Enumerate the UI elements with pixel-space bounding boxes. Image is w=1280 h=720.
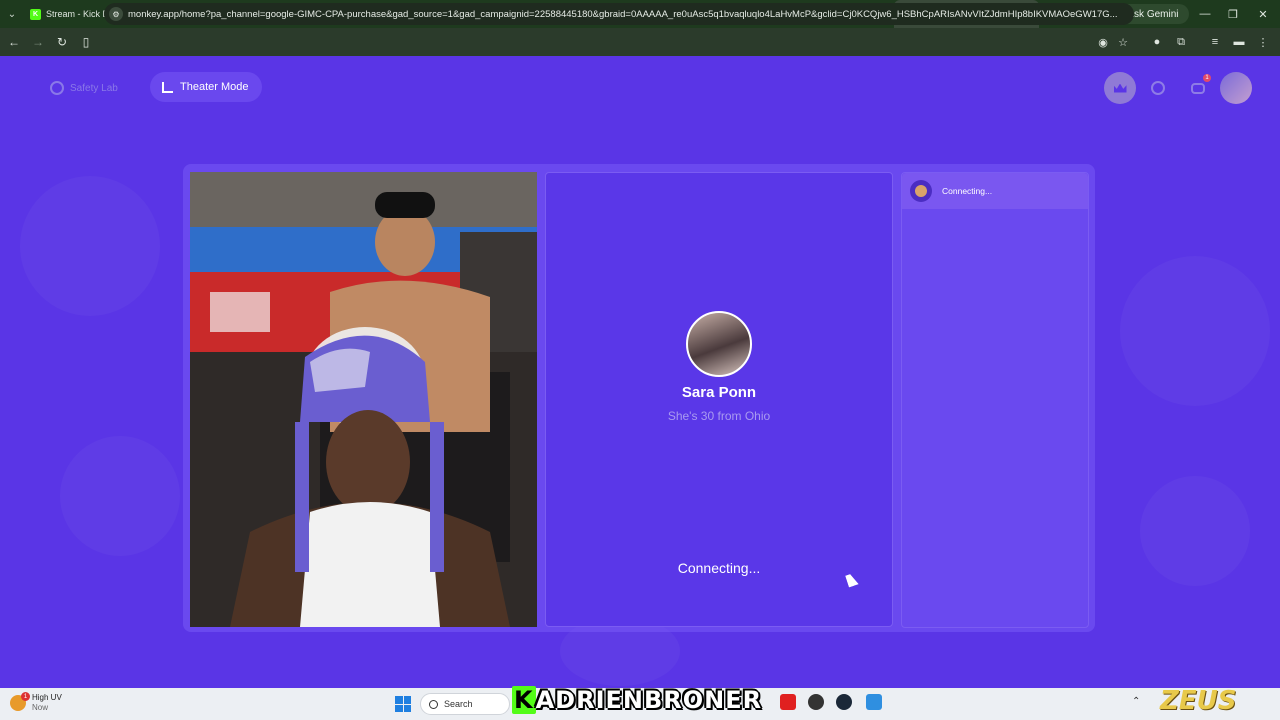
messages-button[interactable]: 1 (1182, 72, 1214, 104)
browser-toolbar: ← → ↻ ▯ (0, 28, 1280, 56)
remote-user-subtitle: She's 30 from Ohio (667, 409, 771, 423)
streamer-name: ADRIENBRONER (535, 686, 763, 714)
monkey-app-page: Safety Lab Theater Mode 1 Sara Ponn She'… (0, 56, 1280, 688)
chat-bubble-icon (1191, 82, 1205, 94)
theater-mode-label: Theater Mode (180, 81, 249, 93)
bookmark-star-icon[interactable]: ☆ (1112, 28, 1134, 56)
weather-widget[interactable]: 1 High UV Now (10, 692, 62, 713)
ask-gemini-label: Ask Gemini (1127, 8, 1179, 20)
tab-favicon-icon: K (30, 8, 41, 20)
obs-app-icon[interactable] (808, 694, 824, 710)
weather-badge: 1 (21, 692, 30, 701)
expand-icon (162, 81, 173, 93)
local-video-feed (190, 172, 537, 627)
reload-button[interactable]: ↻ (50, 28, 74, 56)
zeus-logo-overlay: ZEUS (1160, 686, 1237, 716)
my-avatar[interactable] (1220, 72, 1252, 104)
back-button[interactable]: ← (2, 28, 26, 56)
theater-mode-button[interactable]: Theater Mode (150, 72, 263, 102)
crown-icon (1113, 83, 1127, 93)
stream-name-overlay: KADRIENBRONER (512, 686, 762, 714)
extensions-puzzle-icon[interactable]: ⧉ (1170, 28, 1192, 56)
vpn-icon[interactable]: ● (1146, 28, 1168, 56)
chat-header: Connecting... (902, 173, 1088, 209)
webcam-image (190, 172, 537, 627)
weather-subtitle: Now (32, 703, 49, 712)
monkey-icon (910, 180, 932, 202)
premium-button[interactable] (1104, 72, 1136, 104)
tab-search-button[interactable]: ⌄ (0, 0, 24, 28)
photos-app-icon[interactable] (866, 694, 882, 710)
tray-chevron-icon[interactable]: ⌃ (1132, 696, 1140, 707)
browser-menu-icon[interactable]: ⋮ (1252, 28, 1274, 56)
remote-user-avatar[interactable] (686, 311, 752, 377)
extension-icon[interactable]: ◉ (1092, 28, 1114, 56)
chat-status: Connecting... (942, 186, 993, 196)
profile-icon[interactable]: ▬ (1228, 28, 1250, 56)
remote-user-name: Sara Ponn (681, 384, 757, 401)
search-icon (429, 699, 438, 709)
youtube-app-icon[interactable] (780, 694, 796, 710)
address-bar[interactable]: ⚙ monkey.app/home?pa_channel=google-GIMC… (104, 3, 1134, 25)
chat-panel: Connecting... (901, 172, 1089, 628)
site-info-icon[interactable]: ⚙ (109, 7, 123, 21)
taskbar-search-label: Search (444, 699, 473, 709)
url-text: monkey.app/home?pa_channel=google-GIMC-C… (128, 8, 1118, 20)
clock-icon (1151, 81, 1165, 95)
uv-sun-icon: 1 (10, 692, 30, 711)
safety-lab-button[interactable]: Safety Lab (40, 74, 130, 102)
history-button[interactable] (1142, 72, 1174, 104)
windows-start-icon[interactable] (395, 696, 411, 712)
media-controls-icon[interactable]: ≡ (1204, 28, 1226, 56)
steam-app-icon[interactable] (836, 694, 852, 710)
shield-icon (50, 81, 64, 95)
safety-lab-label: Safety Lab (70, 82, 118, 94)
split-view-button[interactable]: ▯ (74, 28, 98, 56)
remote-user-panel: Sara Ponn She's 30 from Ohio Connecting.… (545, 172, 893, 627)
taskbar-search[interactable]: Search (420, 693, 510, 715)
kick-logo-letter: K (512, 686, 536, 714)
notification-badge: 1 (1203, 74, 1211, 82)
connection-status: Connecting... (677, 560, 761, 576)
close-window-button[interactable]: ✕ (1246, 0, 1280, 28)
forward-button[interactable]: → (26, 28, 50, 56)
weather-title: High UV (32, 693, 62, 702)
maximize-button[interactable]: ❐ (1216, 0, 1250, 28)
